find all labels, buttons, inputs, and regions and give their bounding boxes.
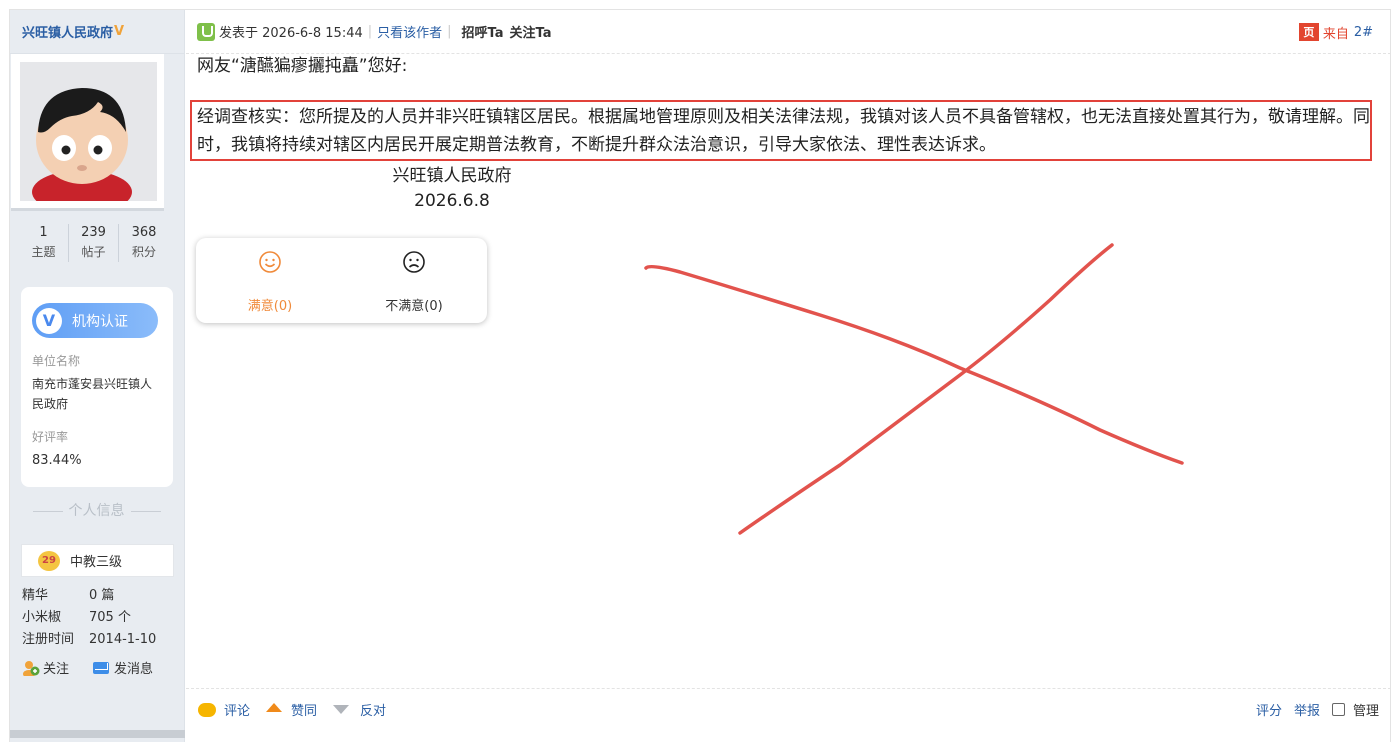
- cert-badge-label: 机构认证: [72, 313, 128, 330]
- follow-label: 关注: [43, 662, 70, 677]
- stat-label: 积分: [131, 245, 156, 259]
- institution-cert-badge: V 机构认证: [32, 303, 158, 338]
- stat-value: 239: [81, 225, 106, 240]
- agree-button[interactable]: 赞同: [266, 700, 317, 719]
- signature-date: 2026.6.8: [414, 191, 490, 211]
- author-stats: 1 主题 239 帖子 368 积分: [19, 224, 169, 262]
- signature-block: 兴旺镇人民政府 2026.6.8: [387, 164, 517, 214]
- author-name-link[interactable]: 兴旺镇人民政府: [22, 22, 113, 41]
- comment-label: 评论: [224, 704, 251, 719]
- reply-greeting: 网友“溏醼猵瘳攦扽矗”您好:: [197, 56, 408, 76]
- manage-label: 管理: [1352, 704, 1379, 719]
- mail-icon: [93, 661, 110, 674]
- info-key: 注册时间: [22, 632, 75, 647]
- post-header: 发表于 2026-6-8 15:44 | 只看该作者 | 招呼Ta 关注Ta 页…: [186, 10, 1391, 54]
- online-status-icon: [197, 22, 215, 41]
- divider: |: [367, 24, 373, 39]
- avatar-frame: [11, 54, 164, 208]
- level-badge-icon: 29: [38, 550, 60, 571]
- dissatisfied-label: 不满意(0): [385, 299, 443, 314]
- oppose-label: 反对: [360, 704, 387, 719]
- author-actions: 关注 发消息: [22, 658, 177, 678]
- stat-points[interactable]: 368 积分: [119, 224, 169, 262]
- smile-icon: [259, 251, 281, 273]
- info-key: 小米椒: [22, 610, 62, 625]
- rating-rate-value: 83.44%: [32, 453, 82, 468]
- agree-label: 赞同: [291, 704, 318, 719]
- satisfied-button[interactable]: 满意(0): [210, 250, 330, 314]
- stat-label: 帖子: [81, 245, 106, 259]
- oppose-button[interactable]: 反对: [333, 700, 386, 719]
- stat-threads[interactable]: 1 主题: [19, 224, 69, 262]
- rating-rate-label: 好评率: [32, 430, 69, 444]
- only-author-link[interactable]: 只看该作者: [377, 22, 442, 41]
- avatar[interactable]: [20, 62, 157, 201]
- info-row: 注册时间 2014-1-10: [22, 629, 156, 651]
- source-label[interactable]: 来自: [1323, 23, 1349, 42]
- avatar-shadow: [11, 208, 164, 211]
- report-link[interactable]: 举报: [1294, 700, 1320, 719]
- frown-icon: [403, 251, 425, 273]
- manage-checkbox[interactable]: [1331, 703, 1345, 716]
- page-source-icon: 页: [1298, 23, 1319, 41]
- unit-name-label: 单位名称: [32, 354, 81, 368]
- stat-value: 1: [39, 225, 48, 240]
- divider: |: [447, 24, 452, 39]
- stat-label: 主题: [31, 245, 56, 259]
- send-message-label: 发消息: [114, 662, 154, 677]
- info-value: 0 篇: [89, 588, 115, 603]
- reply-body: 经调查核实：您所提及的人员并非兴旺镇辖区居民。根据属地管理原则及相关法律法规，我…: [197, 107, 1370, 155]
- comment-button[interactable]: 评论: [198, 700, 250, 719]
- thumb-up-arrow-icon: [266, 703, 283, 712]
- posted-time: 发表于 2026-6-8 15:44: [219, 26, 363, 41]
- user-level: 29 中教三级: [21, 544, 174, 577]
- unit-name-value: 南充市蓬安县兴旺镇人民政府: [32, 377, 153, 411]
- sidebar-bottom-bar: [10, 730, 185, 738]
- personal-info-title-text: 个人信息: [68, 503, 125, 519]
- follow-user-icon: [22, 660, 40, 678]
- score-link[interactable]: 评分: [1256, 700, 1282, 719]
- info-value: 705 个: [89, 610, 131, 625]
- level-name: 中教三级: [70, 555, 123, 570]
- personal-info-title: 个人信息: [19, 500, 174, 520]
- stat-posts[interactable]: 239 帖子: [69, 224, 119, 262]
- follow-button[interactable]: 关注: [22, 658, 70, 678]
- follow-ta-link[interactable]: 关注Ta: [510, 22, 552, 41]
- info-value: 2014-1-10: [89, 632, 157, 647]
- footer-right-actions: 评分 举报 管理: [1256, 700, 1379, 719]
- info-row: 小米椒 705 个: [22, 607, 156, 629]
- info-key: 精华: [22, 588, 49, 603]
- certification-card: V 机构认证 单位名称 南充市蓬安县兴旺镇人民政府 好评率 83.44%: [21, 287, 173, 487]
- floor-number[interactable]: 2#: [1354, 25, 1373, 40]
- verified-v-icon: V: [36, 307, 62, 334]
- comment-icon: [198, 702, 216, 717]
- greet-ta-link[interactable]: 招呼Ta: [462, 22, 504, 41]
- author-header: 兴旺镇人民政府 V: [10, 10, 184, 54]
- send-message-button[interactable]: 发消息: [93, 658, 153, 677]
- verified-icon: V: [114, 24, 125, 39]
- post-source: 页 来自 2#: [1298, 10, 1373, 54]
- signature-org: 兴旺镇人民政府: [392, 166, 512, 186]
- cartoon-boy-avatar-icon: [20, 62, 157, 201]
- author-info-table: 精华 0 篇 小米椒 705 个 注册时间 2014-1-10: [22, 585, 156, 651]
- post-footer: 评论 赞同 反对 评分 举报 管理: [186, 688, 1391, 730]
- stat-value: 368: [131, 225, 157, 240]
- satisfied-label: 满意(0): [247, 299, 293, 314]
- thumb-down-arrow-icon: [333, 705, 350, 714]
- info-row: 精华 0 篇: [22, 585, 156, 607]
- satisfaction-rating: 满意(0) 不满意(0): [196, 238, 487, 323]
- dissatisfied-button[interactable]: 不满意(0): [354, 250, 474, 314]
